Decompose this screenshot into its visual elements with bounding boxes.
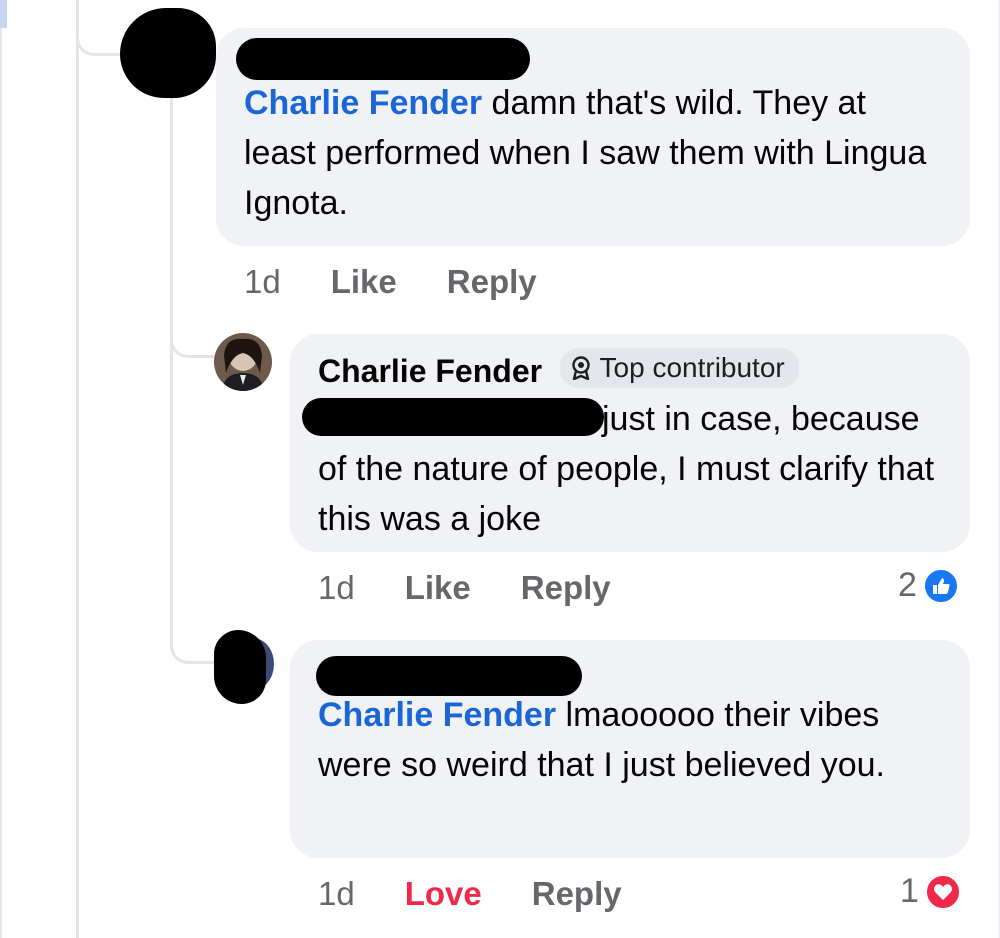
comment-timestamp[interactable]: 1d	[318, 568, 355, 608]
heart-icon	[924, 873, 961, 910]
reply-thread-line	[170, 95, 173, 635]
reply-button[interactable]: Reply	[447, 262, 537, 302]
comment-text: Charlie Fender lmaooooo their vibes were…	[318, 690, 942, 790]
redacted-author-name	[316, 656, 582, 696]
redacted-author-name	[236, 38, 530, 80]
comment-timestamp[interactable]: 1d	[244, 262, 281, 302]
reply-button[interactable]: Reply	[521, 568, 611, 608]
comment-actions: 1d Love Reply	[318, 874, 672, 914]
redacted-avatar	[214, 630, 266, 704]
thread-line	[76, 0, 79, 938]
like-button[interactable]: Like	[331, 262, 397, 302]
comment-text: Charlie Fender damn that's wild. They at…	[244, 78, 942, 228]
reaction-summary[interactable]: 2	[898, 566, 959, 605]
left-border	[0, 0, 2, 938]
reply-button[interactable]: Reply	[532, 874, 622, 914]
comment-bubble: Charlie Fender Top contributor just in c…	[290, 334, 970, 552]
reaction-count: 1	[900, 872, 919, 910]
author-name[interactable]: Charlie Fender	[318, 353, 542, 389]
redacted-mention	[302, 398, 604, 436]
comment-header: Charlie Fender Top contributor	[318, 348, 942, 394]
avatar[interactable]	[214, 333, 272, 391]
reply-connector	[170, 300, 218, 358]
badge-label: Top contributor	[599, 352, 785, 383]
comment-thread: Charlie Fender damn that's wild. They at…	[0, 0, 1000, 938]
reply-connector	[170, 600, 218, 664]
like-icon	[922, 567, 959, 604]
mention-link[interactable]: Charlie Fender	[244, 84, 482, 122]
reaction-summary[interactable]: 1	[900, 872, 961, 911]
top-contributor-badge[interactable]: Top contributor	[559, 348, 799, 388]
comment-actions: 1d Like Reply	[318, 568, 661, 608]
comment-actions: 1d Like Reply	[244, 262, 587, 302]
love-button[interactable]: Love	[405, 874, 482, 914]
mention-link[interactable]: Charlie Fender	[318, 696, 556, 734]
left-accent	[0, 0, 7, 28]
award-icon	[571, 356, 590, 380]
redacted-avatar	[120, 8, 216, 98]
comment-timestamp[interactable]: 1d	[318, 874, 355, 914]
like-button[interactable]: Like	[405, 568, 471, 608]
reaction-count: 2	[898, 566, 917, 604]
